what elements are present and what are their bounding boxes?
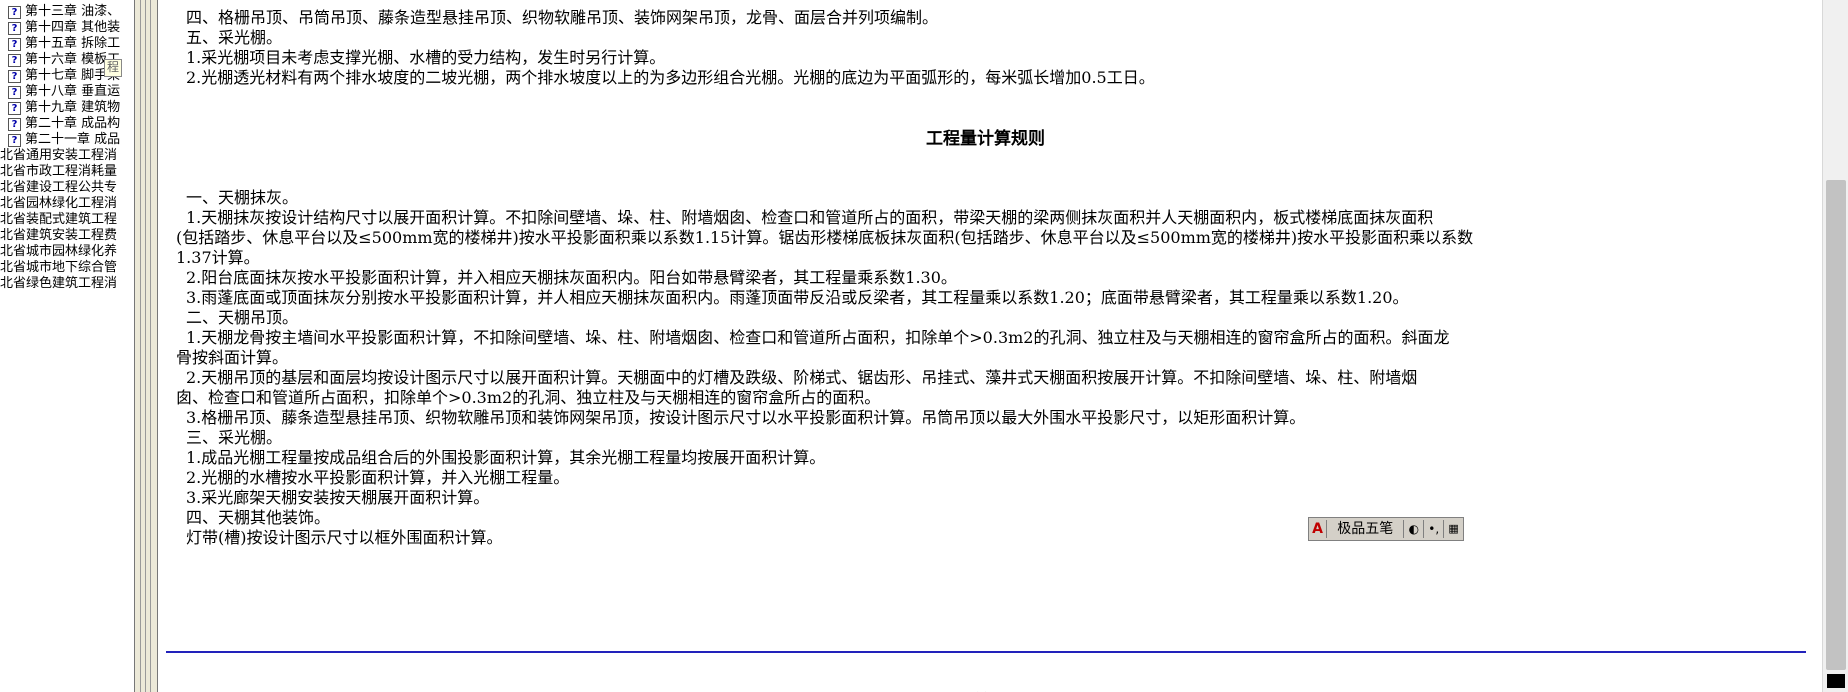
help-page-icon: ?	[8, 54, 21, 67]
tree-item-label: 第二十章 成品构	[25, 116, 121, 131]
help-page-icon: ?	[8, 70, 21, 83]
tree-item-label: 第十五章 拆除工	[25, 36, 121, 51]
help-page-icon: ?	[8, 86, 21, 99]
tree-item-label: 第十四章 其他装	[25, 20, 121, 35]
doc-line: 四、格栅吊顶、吊筒吊顶、藤条造型悬挂吊顶、织物软雕吊顶、装饰网架吊顶，龙骨、面层…	[186, 8, 939, 27]
tree-item-label: 北省市政工程消耗量	[0, 164, 118, 179]
doc-line: 1.天棚龙骨按主墙间水平投影面积计算，不扣除间壁墙、垛、柱、附墙烟囱、检查口和管…	[186, 328, 1450, 347]
tree-item-label: 第十八章 垂直运	[25, 84, 121, 99]
help-page-icon: ?	[8, 102, 21, 115]
bottom-dots: · ·	[976, 686, 987, 692]
tree-item-label: 第十三章 油漆、	[25, 4, 121, 19]
horizontal-rule	[166, 651, 1806, 653]
tree-item-label: 北省装配式建筑工程	[0, 212, 118, 227]
punctuation-icon[interactable]: •,	[1424, 520, 1445, 538]
help-page-icon: ?	[8, 118, 21, 131]
document-view: 四、格栅吊顶、吊筒吊顶、藤条造型悬挂吊顶、织物软雕吊顶、装饰网架吊顶，龙骨、面层…	[156, 0, 1822, 692]
help-page-icon: ?	[8, 22, 21, 35]
tree-item-label: 北省城市地下综合管	[0, 260, 118, 275]
doc-line: 2.光棚透光材料有两个排水坡度的二坡光棚，两个排水坡度以上的为多边形组合光棚。光…	[186, 68, 1155, 87]
help-page-icon: ?	[8, 134, 21, 147]
splitter-line	[145, 0, 146, 692]
splitter-line	[140, 0, 141, 692]
help-page-icon: ?	[8, 6, 21, 19]
ime-mode-toggle[interactable]: A	[1309, 520, 1327, 538]
soft-keyboard-icon[interactable]: ▦	[1444, 520, 1463, 538]
tree-item-label: 北省城市园林绿化养	[0, 244, 118, 259]
scrollbar-thumb[interactable]	[1826, 180, 1846, 670]
tree-item-label: 北省建设工程公共专	[0, 180, 118, 195]
tree-item-label: 北省绿色建筑工程消	[0, 276, 118, 291]
vertical-scrollbar[interactable]	[1822, 0, 1848, 692]
help-page-icon: ?	[8, 38, 21, 51]
chapter-tree[interactable]: ? 第十三章 油漆、? 第十四章 其他装? 第十五章 拆除工? 第十六章 模板工? 第十七…	[0, 0, 134, 692]
splitter-line	[150, 0, 151, 692]
tree-item-label: 北省园林绿化工程消	[0, 196, 118, 211]
tree-item-label: 第二十一章 成品	[25, 132, 121, 147]
tree-tooltip: 程	[104, 59, 123, 77]
doc-line: 3.雨蓬底面或顶面抹灰分别按水平投影面积计算，并人相应天棚抹灰面积内。雨蓬顶面带…	[186, 288, 1409, 307]
doc-line: 3.格栅吊顶、藤条造型悬挂吊顶、织物软雕吊顶和装饰网架吊顶，按设计图示尺寸以水平…	[186, 408, 1306, 427]
tree-item-label: 北省建筑安装工程费	[0, 228, 118, 243]
pane-splitter[interactable]	[134, 0, 158, 692]
tree-item-label: 北省通用安装工程消	[0, 148, 118, 163]
section-title: 工程量计算规则	[926, 129, 1045, 149]
doc-line: (包括踏步、休息平台以及≤500mm宽的楼梯井)按水平投影面积乘以系数1.15计…	[176, 228, 1474, 247]
ime-name[interactable]: 极品五笔	[1327, 520, 1405, 538]
ime-toolbar[interactable]: A 极品五笔 ◐ •, ▦	[1308, 517, 1464, 541]
doc-line: 灯带(槽)按设计图示尺寸以框外围面积计算。	[186, 528, 503, 547]
half-full-width-icon[interactable]: ◐	[1404, 520, 1425, 538]
scrollbar-grip	[1827, 674, 1845, 688]
tree-item-label: 第十九章 建筑物	[25, 100, 121, 115]
